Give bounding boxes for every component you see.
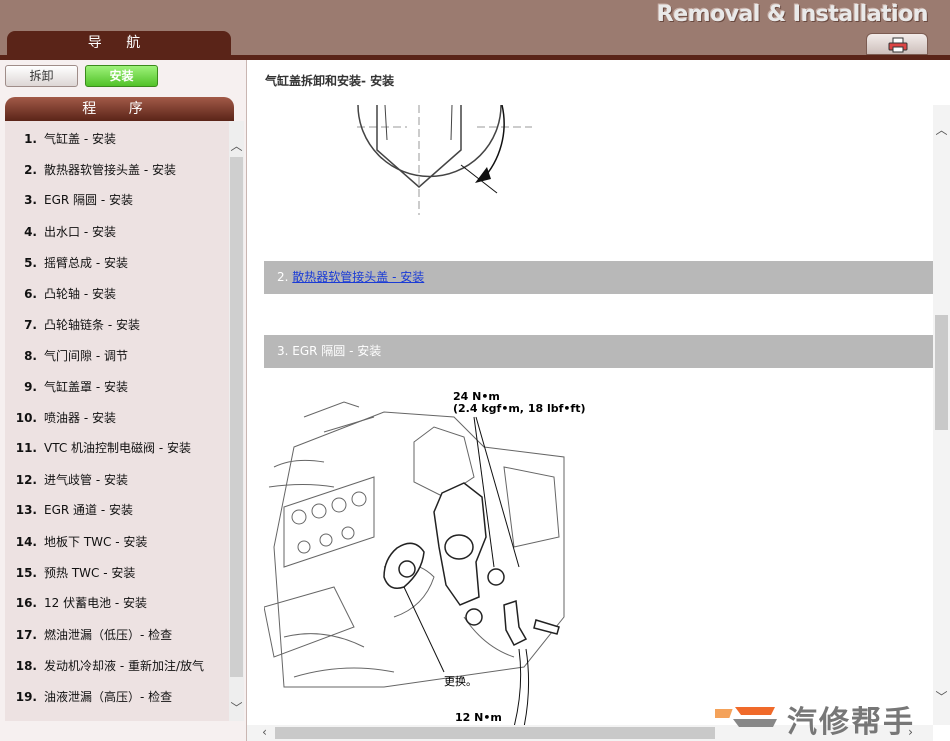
watermark-text: 汽修帮手 bbox=[787, 705, 915, 740]
watermark-logo-icon bbox=[715, 707, 777, 727]
procedure-label: 进气歧管 - 安装 bbox=[44, 473, 128, 487]
nav-tab[interactable]: 导 航 bbox=[7, 31, 231, 55]
procedure-item[interactable]: 5. 摇臂总成 - 安装 bbox=[5, 253, 229, 273]
scrollbar-thumb[interactable] bbox=[935, 315, 948, 430]
procedure-num: 15. bbox=[15, 566, 37, 580]
procedure-num: 9. bbox=[24, 380, 37, 394]
procedure-scrollbar[interactable]: ︿ ﹀ bbox=[229, 121, 244, 721]
procedure-item[interactable]: 17. 燃油泄漏（低压）- 检查 bbox=[5, 625, 229, 645]
procedure-label: 发动机冷却液 - 重新加注/放气 bbox=[44, 659, 205, 673]
procedure-label: 油液泄漏（高压）- 检查 bbox=[44, 690, 173, 704]
cylinder-head-diagram bbox=[357, 105, 532, 215]
procedure-item[interactable]: 14. 地板下 TWC - 安装 bbox=[5, 532, 229, 552]
procedure-item[interactable]: 2. 散热器软管接头盖 - 安装 bbox=[5, 160, 229, 180]
print-button[interactable] bbox=[866, 33, 928, 55]
procedure-header: 程 序 bbox=[5, 97, 234, 121]
procedure-item[interactable]: 16. 12 伏蓄电池 - 安装 bbox=[5, 593, 229, 613]
procedure-label: 散热器软管接头盖 - 安装 bbox=[44, 163, 176, 177]
procedure-item[interactable]: 1. 气缸盖 - 安装 bbox=[5, 129, 229, 149]
page-title: 气缸盖拆卸和安装- 安装 bbox=[265, 74, 395, 88]
procedure-item[interactable]: 13. EGR 通道 - 安装 bbox=[5, 500, 229, 520]
procedure-label: 气缸盖罩 - 安装 bbox=[44, 380, 128, 394]
replace-note: 更换。 bbox=[444, 675, 477, 688]
procedure-item[interactable]: 18. 发动机冷却液 - 重新加注/放气 bbox=[5, 656, 229, 676]
procedure-item[interactable]: 3. EGR 隔圆 - 安装 bbox=[5, 190, 229, 210]
chevron-up-icon[interactable]: ︿ bbox=[934, 123, 949, 138]
procedure-label: 气缸盖 - 安装 bbox=[44, 132, 116, 146]
section-2-num: 2. bbox=[277, 270, 289, 284]
printer-icon bbox=[888, 37, 908, 53]
chevron-up-icon[interactable]: ︿ bbox=[229, 139, 244, 154]
section-2-bar: 2. 散热器软管接头盖 - 安装 bbox=[264, 261, 933, 294]
install-button[interactable]: 安装 bbox=[85, 65, 158, 87]
procedure-label: 凸轮轴 - 安装 bbox=[44, 287, 116, 301]
torque-detail-1: (2.4 kgf•m, 18 lbf•ft) bbox=[453, 402, 586, 415]
procedure-label: 摇臂总成 - 安装 bbox=[44, 256, 128, 270]
section-3-bar: 3. EGR 隔圆 - 安装 bbox=[264, 335, 933, 368]
content-area: 2. 散热器软管接头盖 - 安装 3. EGR 隔圆 - 安装 24 N•m (… bbox=[247, 105, 933, 725]
procedure-label: 燃油泄漏（低压）- 检查 bbox=[44, 628, 173, 642]
procedure-num: 1. bbox=[24, 132, 37, 146]
procedure-num: 14. bbox=[15, 535, 37, 549]
procedure-num: 2. bbox=[24, 163, 37, 177]
procedure-num: 18. bbox=[15, 659, 37, 673]
procedure-num: 16. bbox=[15, 596, 37, 610]
left-panel: 拆卸 安装 程 序 1. 气缸盖 - 安装 2. 散热器软管接头盖 - 安装 3. E… bbox=[0, 60, 247, 741]
procedure-label: 凸轮轴链条 - 安装 bbox=[44, 318, 140, 332]
content-vertical-scrollbar[interactable]: ︿ ﹀ bbox=[933, 105, 950, 725]
procedure-label: 地板下 TWC - 安装 bbox=[44, 535, 148, 549]
scrollbar-thumb[interactable] bbox=[275, 727, 715, 739]
procedure-label: 预热 TWC - 安装 bbox=[44, 566, 136, 580]
procedure-label: EGR 隔圆 - 安装 bbox=[44, 193, 133, 207]
procedure-num: 13. bbox=[15, 503, 37, 517]
procedure-label: VTC 机油控制电磁阀 - 安装 bbox=[44, 441, 191, 455]
procedure-item[interactable]: 4. 出水口 - 安装 bbox=[5, 222, 229, 242]
procedure-item[interactable]: 7. 凸轮轴链条 - 安装 bbox=[5, 315, 229, 335]
section-2-link[interactable]: 散热器软管接头盖 - 安装 bbox=[292, 270, 424, 284]
chevron-down-icon[interactable]: ﹀ bbox=[229, 701, 244, 716]
app-title: Removal & Installation bbox=[656, 2, 929, 27]
procedure-num: 5. bbox=[24, 256, 37, 270]
procedure-item[interactable]: 9. 气缸盖罩 - 安装 bbox=[5, 377, 229, 397]
egr-diagram bbox=[264, 401, 565, 725]
procedure-item[interactable]: 10. 喷油器 - 安装 bbox=[5, 408, 229, 428]
chevron-left-icon[interactable]: ‹ bbox=[257, 725, 272, 740]
procedure-num: 7. bbox=[24, 318, 37, 332]
watermark: 汽修帮手 bbox=[715, 695, 950, 740]
procedure-num: 6. bbox=[24, 287, 37, 301]
remove-button[interactable]: 拆卸 bbox=[5, 65, 78, 87]
procedure-num: 12. bbox=[15, 473, 37, 487]
torque-value-2: 12 N•m bbox=[455, 711, 502, 724]
procedure-num: 19. bbox=[15, 690, 37, 704]
procedure-item[interactable]: 19. 油液泄漏（高压）- 检查 bbox=[5, 687, 229, 707]
procedure-label: 出水口 - 安装 bbox=[44, 225, 116, 239]
procedure-item[interactable]: 8. 气门间隙 - 调节 bbox=[5, 346, 229, 366]
procedure-label: EGR 通道 - 安装 bbox=[44, 503, 133, 517]
procedure-item[interactable]: 12. 进气歧管 - 安装 bbox=[5, 470, 229, 490]
procedure-item[interactable]: 15. 预热 TWC - 安装 bbox=[5, 563, 229, 583]
procedure-label: 气门间隙 - 调节 bbox=[44, 349, 128, 363]
scrollbar-thumb[interactable] bbox=[230, 157, 243, 677]
procedure-item[interactable]: 6. 凸轮轴 - 安装 bbox=[5, 284, 229, 304]
torque-label-1: 24 N•m (2.4 kgf•m, 18 lbf•ft) bbox=[453, 391, 586, 415]
procedure-list: 1. 气缸盖 - 安装 2. 散热器软管接头盖 - 安装 3. EGR 隔圆 - 安装… bbox=[5, 121, 229, 721]
procedure-num: 3. bbox=[24, 193, 37, 207]
procedure-label: 12 伏蓄电池 - 安装 bbox=[44, 596, 148, 610]
procedure-num: 8. bbox=[24, 349, 37, 363]
procedure-num: 17. bbox=[15, 628, 37, 642]
procedure-num: 4. bbox=[24, 225, 37, 239]
procedure-num: 11. bbox=[15, 441, 37, 455]
procedure-label: 喷油器 - 安装 bbox=[44, 411, 116, 425]
procedure-item[interactable]: 11. VTC 机油控制电磁阀 - 安装 bbox=[5, 438, 229, 458]
procedure-num: 10. bbox=[15, 411, 37, 425]
